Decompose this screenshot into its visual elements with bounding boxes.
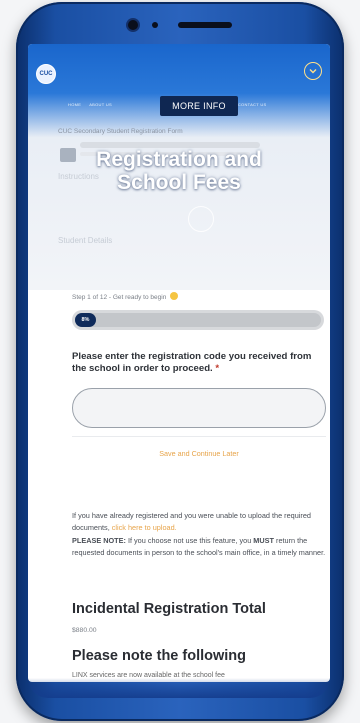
- notes-heading: Please note the following: [72, 648, 247, 664]
- chevron-down-icon[interactable]: [304, 62, 322, 80]
- registration-code-question: Please enter the registration code you r…: [72, 351, 328, 375]
- progress-fill: 8%: [75, 313, 96, 327]
- question-text: Please enter the registration code you r…: [72, 351, 312, 374]
- phone-top-bezel: [38, 2, 322, 48]
- nav-link-about[interactable]: ABOUT US: [89, 102, 112, 107]
- step-text: Step 1 of 12 - Get ready to begin: [72, 294, 167, 301]
- upload-link[interactable]: click here to upload.: [112, 523, 177, 532]
- page-title: Registration and School Fees: [28, 148, 330, 194]
- progress-track: 8%: [75, 313, 321, 327]
- nav-link-contact[interactable]: CONTACT US: [238, 102, 267, 107]
- preview-title: CUC Secondary Student Registration Form: [58, 128, 183, 135]
- smiley-icon: [170, 292, 179, 300]
- divider: [72, 436, 326, 437]
- registration-total-amount: $880.00: [72, 627, 97, 634]
- sensor-icon: [152, 22, 158, 28]
- registration-total-heading: Incidental Registration Total: [72, 601, 266, 617]
- page-title-line2: School Fees: [117, 171, 241, 194]
- step-indicator: Step 1 of 12 - Get ready to begin: [72, 292, 179, 301]
- required-mark: *: [215, 363, 220, 374]
- preview-label-student: Student Details: [58, 236, 113, 245]
- registration-code-input[interactable]: [72, 388, 326, 428]
- front-camera-icon: [128, 20, 138, 30]
- phone-bottom-bezel: [28, 678, 330, 698]
- hero-header: CUC HOME ABOUT US XXXXXXXX XXXXXXXX XXXX…: [28, 44, 330, 290]
- more-info-button[interactable]: MORE INFO: [160, 96, 238, 116]
- phone-screen: CUC HOME ABOUT US XXXXXXXX XXXXXXXX XXXX…: [28, 44, 330, 682]
- save-continue-later-link[interactable]: Save and Continue Later: [72, 449, 326, 458]
- upload-info-paragraph: If you have already registered and you w…: [72, 510, 330, 560]
- progress-bar: 8%: [72, 310, 324, 330]
- must-label: MUST: [253, 535, 274, 545]
- school-logo[interactable]: CUC: [36, 64, 56, 84]
- page-title-line1: Registration and: [96, 148, 262, 171]
- info-text: If you choose not use this feature, you: [125, 535, 254, 545]
- info-text: If you have already registered and you w…: [72, 511, 311, 533]
- note-label: PLEASE NOTE:: [72, 535, 126, 545]
- nav-link-home[interactable]: HOME: [68, 102, 81, 107]
- speaker-grille: [178, 22, 232, 28]
- play-circle-icon[interactable]: [188, 206, 214, 232]
